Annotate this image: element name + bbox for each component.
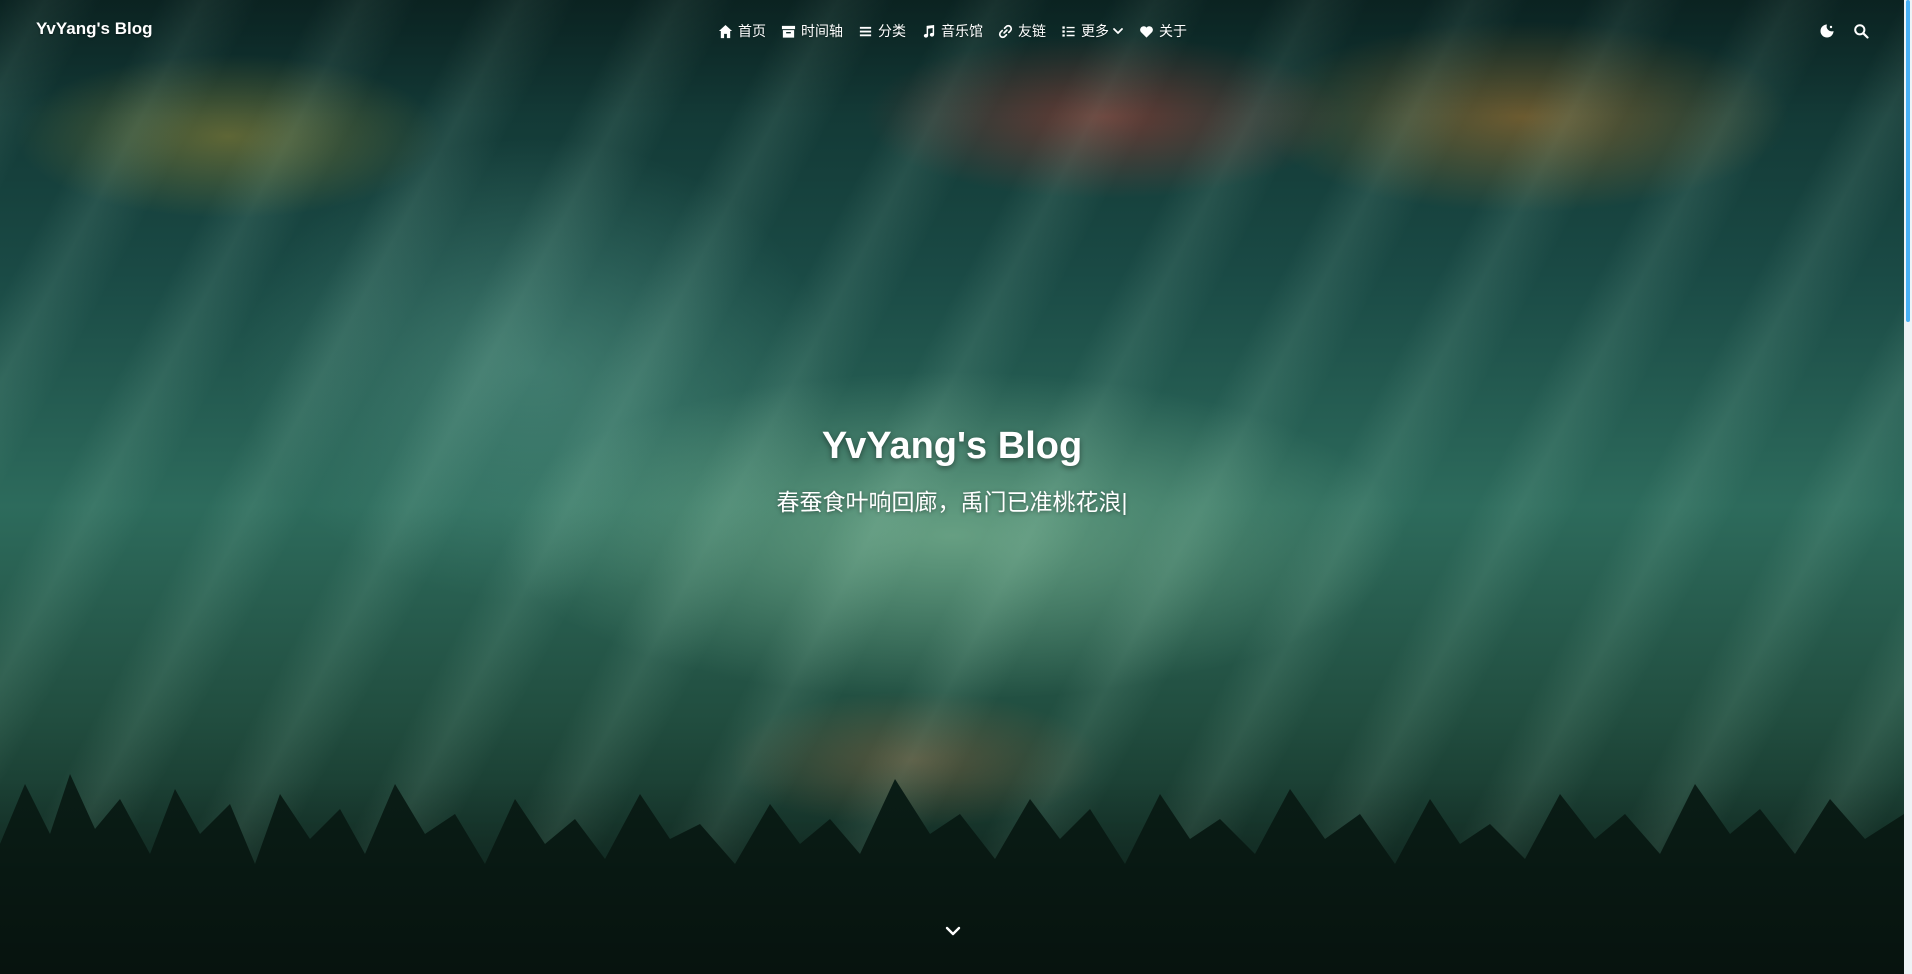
- list-icon: [859, 26, 872, 36]
- nav-item-timeline[interactable]: 时间轴: [781, 21, 843, 41]
- nav-item-more[interactable]: 更多: [1061, 21, 1124, 41]
- page-scrollbar[interactable]: [1904, 0, 1912, 974]
- heart-icon: [1140, 25, 1153, 38]
- link-icon: [998, 24, 1013, 38]
- nav-item-friends[interactable]: 友链: [998, 21, 1046, 41]
- nav-item-home-label: 首页: [738, 23, 766, 39]
- music-icon: [923, 24, 935, 38]
- scroll-down-button[interactable]: [944, 922, 962, 940]
- theme-toggle-icon: [1820, 24, 1834, 38]
- nav-menu: 首页 时间轴 分类 音乐馆 友链 更多 关于: [718, 21, 1187, 41]
- nav-item-home[interactable]: 首页: [718, 21, 766, 41]
- hero-subtitle-text: 春蚕食叶响回廊，禹门已准桃花浪: [776, 489, 1122, 515]
- home-icon: [718, 24, 733, 38]
- more-list-icon: [1062, 25, 1075, 37]
- hero-title: YvYang's Blog: [821, 425, 1083, 467]
- nav-item-categories[interactable]: 分类: [858, 21, 906, 41]
- nav-item-music[interactable]: 音乐馆: [921, 21, 983, 41]
- page-viewport: YvYang's Blog 首页 时间轴 分类 音乐馆 友链 更多 关于 YvY…: [0, 0, 1904, 974]
- nav-item-music-label: 音乐馆: [941, 23, 983, 39]
- theme-toggle-button[interactable]: [1819, 23, 1835, 39]
- nav-item-more-label: 更多: [1081, 23, 1109, 39]
- site-brand[interactable]: YvYang's Blog: [36, 19, 152, 39]
- hero-subtitle: 春蚕食叶响回廊，禹门已准桃花浪|: [0, 483, 1904, 517]
- archive-icon: [781, 25, 796, 38]
- nav-item-timeline-label: 时间轴: [801, 23, 843, 39]
- nav-item-friends-label: 友链: [1018, 23, 1046, 39]
- chevron-down-icon: [945, 926, 961, 936]
- nav-item-about-label: 关于: [1159, 23, 1187, 39]
- scrollbar-thumb[interactable]: [1906, 0, 1910, 322]
- nav-item-categories-label: 分类: [878, 23, 906, 39]
- chevron-down-icon: [1113, 28, 1123, 34]
- navbar: YvYang's Blog 首页 时间轴 分类 音乐馆 友链 更多 关于: [0, 0, 1904, 62]
- nav-item-about[interactable]: 关于: [1139, 21, 1187, 41]
- typing-cursor: |: [1121, 489, 1128, 515]
- search-icon: [1854, 24, 1869, 39]
- search-button[interactable]: [1853, 23, 1869, 39]
